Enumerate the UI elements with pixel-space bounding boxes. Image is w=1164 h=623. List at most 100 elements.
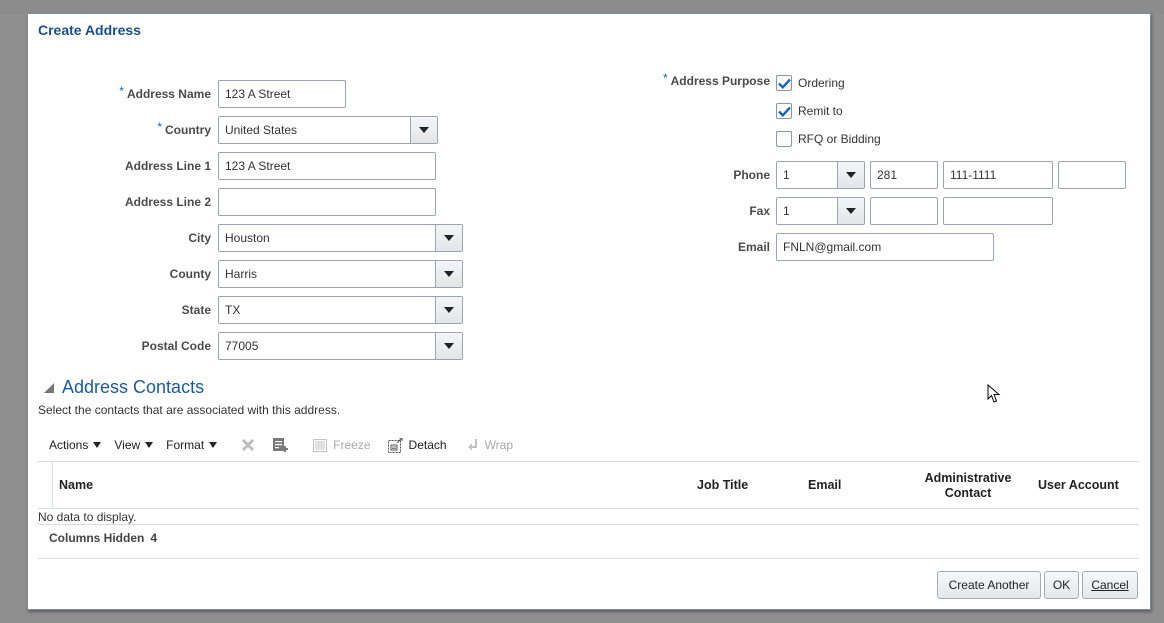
address-contacts-table: Name Job Title Email Administrative Cont… <box>38 461 1139 509</box>
dialog-title: Create Address <box>38 22 141 38</box>
email-label: Email <box>737 240 770 254</box>
city-row: City Houston <box>98 224 463 252</box>
required-asterisk: * <box>119 84 124 98</box>
phone-extension-input[interactable] <box>1058 161 1126 189</box>
state-select[interactable]: TX <box>218 296 463 324</box>
fax-country-code-dropdown[interactable] <box>837 198 864 224</box>
purpose-option-rfq[interactable]: RFQ or Bidding <box>776 131 881 147</box>
column-header-user-account[interactable]: User Account <box>1038 462 1119 509</box>
address-line-2-row: Address Line 2 <box>98 188 436 216</box>
phone-country-code-dropdown[interactable] <box>837 162 864 188</box>
email-input[interactable]: FNLN@gmail.com <box>776 233 994 261</box>
required-asterisk: * <box>662 71 668 85</box>
remit-to-checkbox[interactable] <box>776 103 792 119</box>
contacts-toolbar: Actions View Format Freeze Detach Wrap <box>38 434 513 456</box>
postal-code-select[interactable]: 77005 <box>218 332 463 360</box>
country-dropdown-button[interactable] <box>410 117 437 143</box>
wrap-button[interactable]: Wrap <box>467 438 513 452</box>
actions-menu[interactable]: Actions <box>49 438 102 452</box>
chevron-down-icon <box>93 442 102 448</box>
state-dropdown-button[interactable] <box>435 297 462 323</box>
create-another-button[interactable]: Create Another <box>937 571 1041 599</box>
address-line-1-input[interactable]: 123 A Street <box>218 152 436 180</box>
purpose-option-remit-to[interactable]: Remit to <box>776 103 843 119</box>
address-line-2-label: Address Line 2 <box>124 195 211 209</box>
phone-row: Phone 1 281 111-1111 <box>708 161 1126 189</box>
state-row: State TX <box>98 296 463 324</box>
state-value: TX <box>225 303 241 317</box>
add-row-button[interactable] <box>272 437 289 453</box>
postal-code-label: Postal Code <box>141 339 211 353</box>
city-dropdown-button[interactable] <box>435 225 462 251</box>
ordering-label: Ordering <box>798 76 845 90</box>
state-label: State <box>181 303 211 317</box>
county-select[interactable]: Harris <box>218 260 463 288</box>
chevron-down-icon <box>419 127 429 133</box>
purpose-option-ordering[interactable]: Ordering <box>776 75 845 91</box>
country-value: United States <box>225 123 298 137</box>
chevron-down-icon <box>444 343 454 349</box>
country-row: * Country United States <box>98 116 438 144</box>
view-menu[interactable]: View <box>114 438 154 452</box>
table-header: Name Job Title Email Administrative Cont… <box>38 461 1139 509</box>
view-menu-label: View <box>114 438 141 452</box>
detach-button[interactable]: Detach <box>387 437 447 453</box>
postal-code-dropdown-button[interactable] <box>435 333 462 359</box>
column-header-job-title[interactable]: Job Title <box>697 462 748 509</box>
address-name-input[interactable]: 123 A Street <box>218 80 346 108</box>
address-line-1-label: Address Line 1 <box>124 159 211 173</box>
format-menu-label: Format <box>166 438 205 452</box>
fax-country-code-value: 1 <box>783 204 790 218</box>
disclosure-triangle-icon[interactable] <box>44 382 54 393</box>
county-label: County <box>169 267 211 281</box>
fax-country-code-select[interactable]: 1 <box>776 197 865 225</box>
divider <box>38 524 1139 525</box>
address-name-row: * Address Name 123 A Street <box>98 80 346 108</box>
city-value: Houston <box>225 231 270 245</box>
checkmark-icon <box>777 78 791 89</box>
county-value: Harris <box>225 267 257 281</box>
wrap-label: Wrap <box>484 438 514 452</box>
column-header-administrative-contact[interactable]: Administrative Contact <box>918 462 1018 509</box>
column-header-email[interactable]: Email <box>808 462 841 509</box>
address-purpose-row: * Address Purpose <box>648 71 770 88</box>
phone-country-code-select[interactable]: 1 <box>776 161 865 189</box>
ok-button[interactable]: OK <box>1044 571 1079 599</box>
cancel-label: Cancel <box>1091 578 1129 592</box>
ok-label: OK <box>1052 578 1071 592</box>
divider <box>38 558 1139 559</box>
actions-menu-label: Actions <box>49 438 89 452</box>
country-select[interactable]: United States <box>218 116 438 144</box>
chevron-down-icon <box>846 208 856 214</box>
address-line-1-row: Address Line 1 123 A Street <box>98 152 436 180</box>
format-menu[interactable]: Format <box>166 438 218 452</box>
ordering-checkbox[interactable] <box>776 75 792 91</box>
delete-button[interactable] <box>241 438 255 452</box>
columns-hidden-label: Columns Hidden <box>49 531 145 545</box>
county-dropdown-button[interactable] <box>435 261 462 287</box>
add-row-icon <box>273 438 289 452</box>
fax-number-input[interactable] <box>943 197 1053 225</box>
rfq-bidding-checkbox[interactable] <box>776 131 792 147</box>
freeze-button[interactable]: Freeze <box>313 438 371 452</box>
phone-area-code-input[interactable]: 281 <box>870 161 938 189</box>
city-label: City <box>188 231 211 245</box>
columns-hidden-count: 4 <box>150 531 158 545</box>
chevron-down-icon <box>444 271 454 277</box>
chevron-down-icon <box>145 442 154 448</box>
city-select[interactable]: Houston <box>218 224 463 252</box>
chevron-down-icon <box>444 235 454 241</box>
address-contacts-header[interactable]: Address Contacts <box>44 377 204 398</box>
fax-area-code-input[interactable] <box>870 197 938 225</box>
column-header-name[interactable]: Name <box>59 462 93 509</box>
delete-x-icon <box>242 438 255 452</box>
chevron-down-icon <box>444 307 454 313</box>
address-line-2-input[interactable] <box>218 188 436 216</box>
row-header-column <box>38 462 53 509</box>
address-purpose-label: * Address Purpose <box>662 71 770 88</box>
freeze-label: Freeze <box>333 438 371 452</box>
chevron-down-icon <box>209 442 218 448</box>
phone-number-input[interactable]: 111-1111 <box>943 161 1053 189</box>
mouse-cursor-icon <box>987 383 1001 407</box>
cancel-button[interactable]: Cancel <box>1082 571 1138 599</box>
